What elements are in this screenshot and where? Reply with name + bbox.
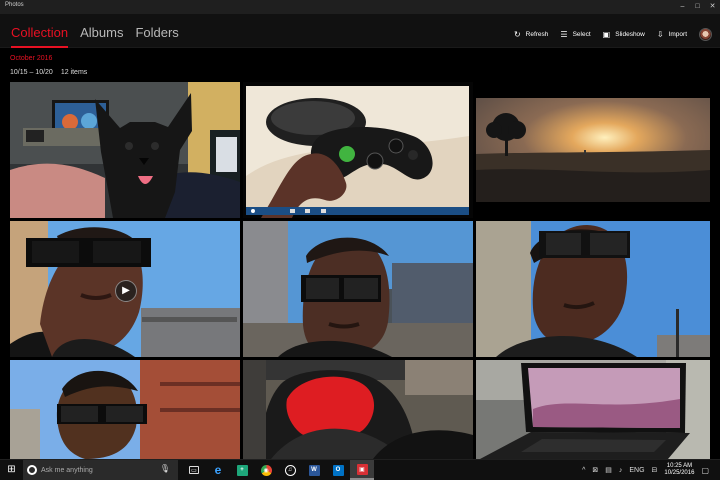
show-hidden-icons[interactable]: ^	[582, 467, 585, 474]
cortana-search-box[interactable]: Ask me anything 🎙	[23, 460, 178, 480]
edge-icon: e	[214, 463, 222, 477]
select-label: Select	[572, 31, 591, 38]
photo-selfie-2[interactable]	[243, 221, 473, 357]
close-button[interactable]: ✕	[705, 0, 720, 14]
cortana-icon	[27, 465, 37, 475]
app-header: Collection Albums Folders ↻ Refresh ☰ Sele…	[0, 14, 720, 48]
word-button[interactable]: W	[302, 460, 326, 480]
refresh-label: Refresh	[525, 31, 549, 38]
slideshow-label: Slideshow	[615, 31, 645, 38]
groove-icon: ♫	[284, 464, 296, 476]
tab-folders[interactable]: Folders	[135, 25, 178, 48]
language-icon[interactable]: ENG	[629, 467, 644, 474]
microphone-icon[interactable]: 🎙	[160, 464, 170, 473]
photo-selfie-4[interactable]	[10, 360, 240, 459]
window-title: Photos	[5, 2, 24, 8]
start-icon[interactable]: ⊞	[0, 460, 23, 480]
dog-photo-image	[10, 82, 240, 218]
clock-date: 10/25/2016	[664, 470, 695, 476]
taskbar: ⊞ Ask me anything 🎙 ▭ e + ◉ ♫ W O ▣ ^ ⊠ …	[0, 459, 720, 480]
section-title: October 2016	[10, 55, 53, 62]
backpack-photo-image	[243, 360, 473, 459]
store-icon: +	[236, 464, 248, 476]
avatar[interactable]	[699, 28, 712, 41]
notification-center-icon[interactable]: ▢	[701, 466, 709, 475]
import-label: Import	[668, 31, 687, 38]
window-controls: – □ ✕	[675, 0, 720, 14]
slideshow-icon: ▣	[602, 29, 611, 39]
tab-collection[interactable]: Collection	[11, 25, 69, 48]
photo-xbox-controller[interactable]	[243, 82, 473, 218]
import-button[interactable]: ⇩ Import	[656, 29, 687, 39]
photo-dog[interactable]	[10, 82, 240, 218]
refresh-button[interactable]: ↻ Refresh	[513, 29, 549, 39]
controller-photo-image	[243, 82, 473, 218]
outlook-button[interactable]: O	[326, 460, 350, 480]
word-icon: W	[308, 464, 320, 476]
clock[interactable]: 10:25 AM 10/25/2016	[664, 463, 694, 477]
selfie-3-image	[476, 221, 710, 357]
slideshow-button[interactable]: ▣ Slideshow	[602, 29, 645, 39]
photo-backpack[interactable]	[243, 360, 473, 459]
refresh-icon: ↻	[513, 29, 521, 39]
keyboard-icon[interactable]: ⊟	[652, 466, 658, 474]
store-button[interactable]: +	[230, 460, 254, 480]
import-icon: ⇩	[656, 29, 664, 39]
title-bar: Photos – □ ✕	[0, 0, 720, 14]
toolbar: ↻ Refresh ☰ Select ▣ Slideshow ⇩ Import	[514, 28, 712, 41]
sunset-photo-image	[476, 98, 710, 202]
photo-selfie-3[interactable]	[476, 221, 710, 357]
maximize-button[interactable]: □	[690, 0, 705, 14]
selfie-2-image	[243, 221, 473, 357]
photo-selfie-1[interactable]: ▶	[10, 221, 240, 357]
select-icon: ☰	[560, 29, 568, 39]
item-count: 12 items	[60, 69, 88, 76]
volume-icon[interactable]: ♪	[619, 467, 623, 474]
system-tray: ^ ⊠ ▤ ♪ ENG ⊟ 10:25 AM 10/25/2016 ▢	[582, 460, 709, 480]
tab-albums[interactable]: Albums	[80, 25, 123, 48]
date-range: 10/15 – 10/20	[10, 69, 53, 76]
search-input[interactable]: Ask me anything	[41, 467, 93, 474]
section-meta: 10/15 – 10/20 12 items	[10, 69, 87, 76]
photos-button[interactable]: ▣	[350, 460, 374, 480]
battery-icon[interactable]: ▤	[605, 466, 612, 474]
task-view-button[interactable]: ▭	[182, 460, 206, 480]
task-view-icon: ▭	[189, 466, 199, 474]
chrome-icon: ◉	[260, 464, 272, 476]
laptop-photo-image	[476, 360, 710, 459]
clock-time: 10:25 AM	[666, 463, 693, 469]
taskbar-apps: ▭ e + ◉ ♫ W O ▣	[182, 460, 374, 480]
edge-button[interactable]: e	[206, 460, 230, 480]
select-button[interactable]: ☰ Select	[560, 29, 591, 39]
navigation-tabs: Collection Albums Folders	[11, 25, 179, 48]
photos-icon: ▣	[356, 463, 368, 475]
outlook-icon: O	[332, 464, 344, 476]
network-icon[interactable]: ⊠	[592, 466, 598, 474]
selfie-4-image	[10, 360, 240, 459]
photo-laptop[interactable]	[476, 360, 710, 459]
groove-button[interactable]: ♫	[278, 460, 302, 480]
chrome-button[interactable]: ◉	[254, 460, 278, 480]
photo-sunset-field[interactable]	[476, 98, 710, 202]
minimize-button[interactable]: –	[675, 0, 690, 14]
video-play-icon[interactable]: ▶	[115, 280, 137, 302]
